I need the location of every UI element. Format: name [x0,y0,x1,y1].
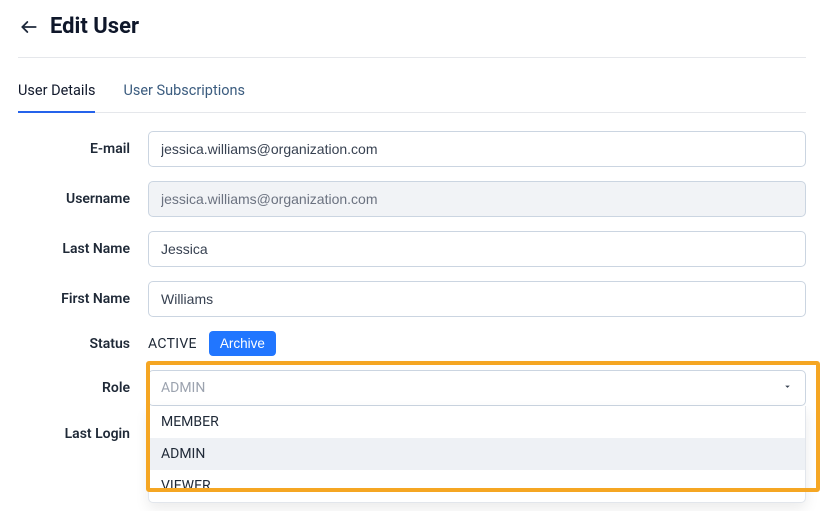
last-name-row: Last Name [18,231,806,267]
role-option-member[interactable]: MEMBER [149,406,805,438]
role-option-viewer[interactable]: VIEWER [149,470,805,502]
last-name-label: Last Name [18,241,148,257]
archive-button[interactable]: Archive [209,331,276,356]
role-selected-value: ADMIN [161,380,205,396]
back-arrow-icon[interactable] [18,16,40,38]
first-name-label: First Name [18,291,148,307]
chevron-down-icon [782,380,793,396]
page-header: Edit User [18,14,806,58]
first-name-row: First Name [18,281,806,317]
page-title: Edit User [50,14,139,39]
status-value: ACTIVE [148,336,197,352]
first-name-field[interactable] [148,281,806,317]
role-select[interactable]: ADMIN [148,370,806,406]
status-label: Status [18,336,148,352]
email-label: E-mail [18,141,148,157]
username-field [148,181,806,217]
last-name-field[interactable] [148,231,806,267]
role-row: Role ADMIN MEMBER ADMIN VIEWER [18,370,806,406]
email-row: E-mail [18,131,806,167]
role-label: Role [18,380,148,396]
tab-user-details[interactable]: User Details [18,82,95,113]
username-row: Username [18,181,806,217]
username-label: Username [18,191,148,207]
role-option-admin[interactable]: ADMIN [149,438,805,470]
status-row: Status ACTIVE Archive [18,331,806,356]
user-form: E-mail Username Last Name First Name Sta [18,113,806,442]
tabs: User Details User Subscriptions [18,58,806,113]
last-login-label: Last Login [18,420,148,442]
tab-user-subscriptions[interactable]: User Subscriptions [123,82,245,113]
role-dropdown: MEMBER ADMIN VIEWER [148,406,806,503]
email-field[interactable] [148,131,806,167]
